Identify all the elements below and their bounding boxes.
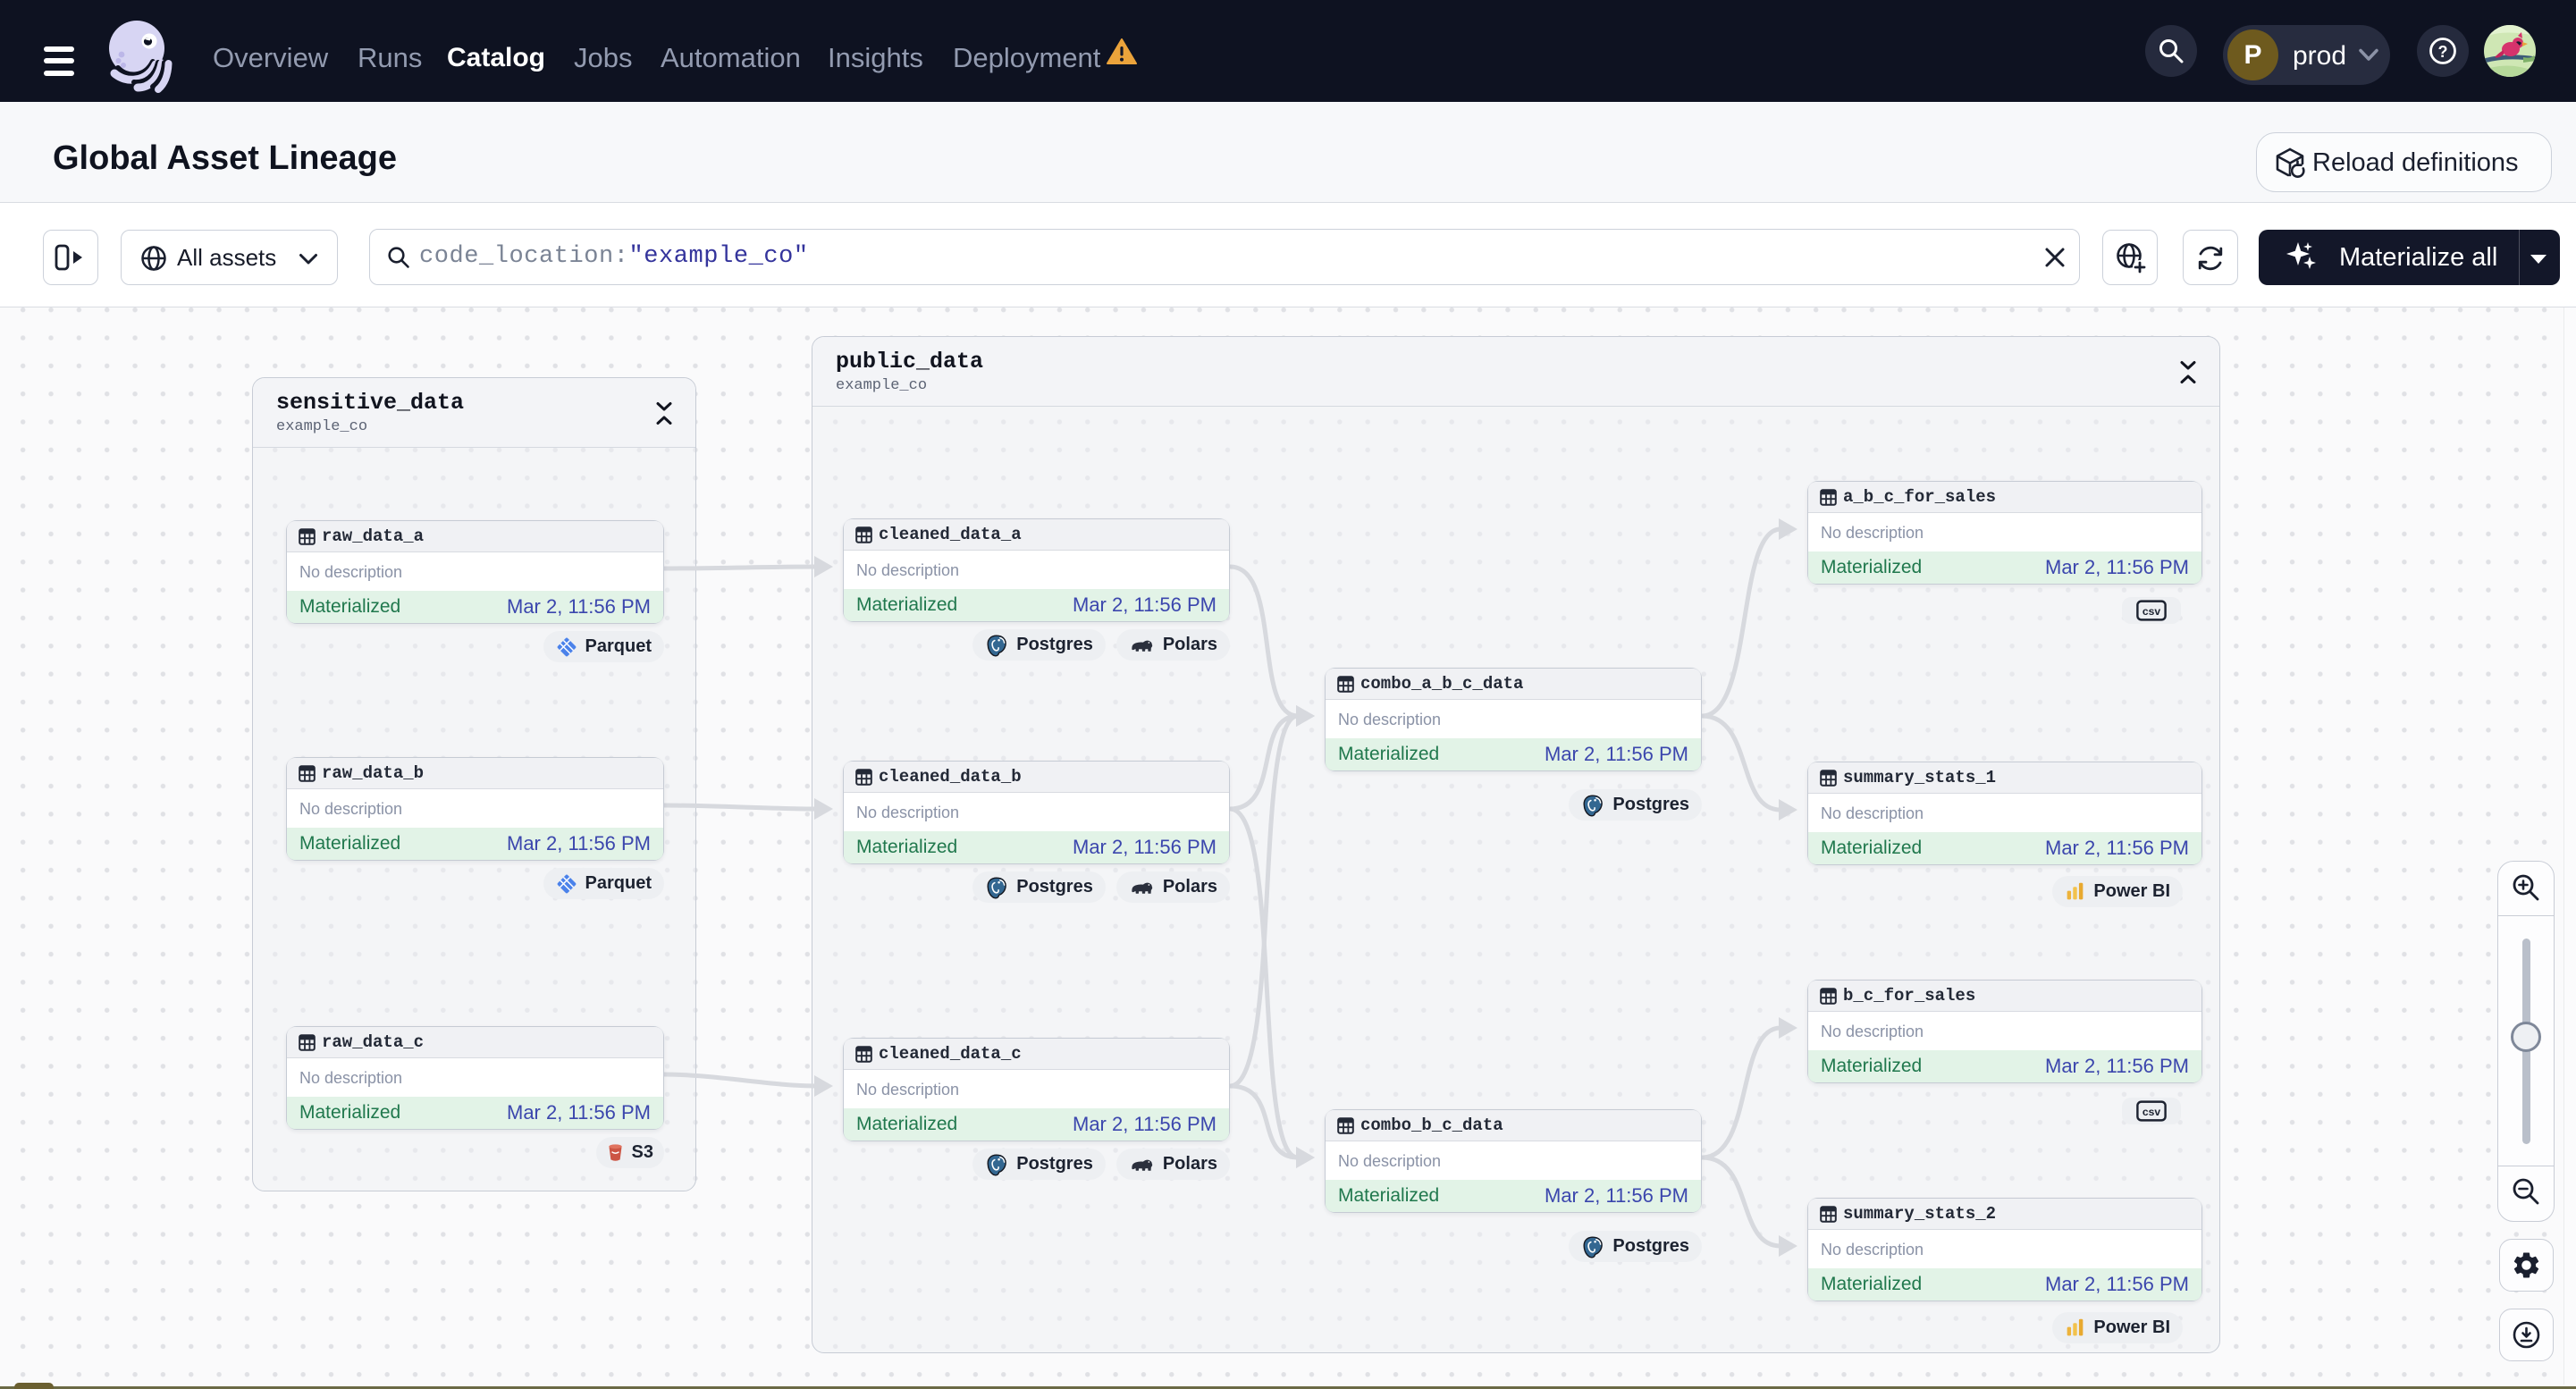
svg-text:csv: csv: [2142, 605, 2160, 618]
svg-text:csv: csv: [2142, 1106, 2160, 1118]
svg-text:?: ?: [2438, 43, 2448, 61]
